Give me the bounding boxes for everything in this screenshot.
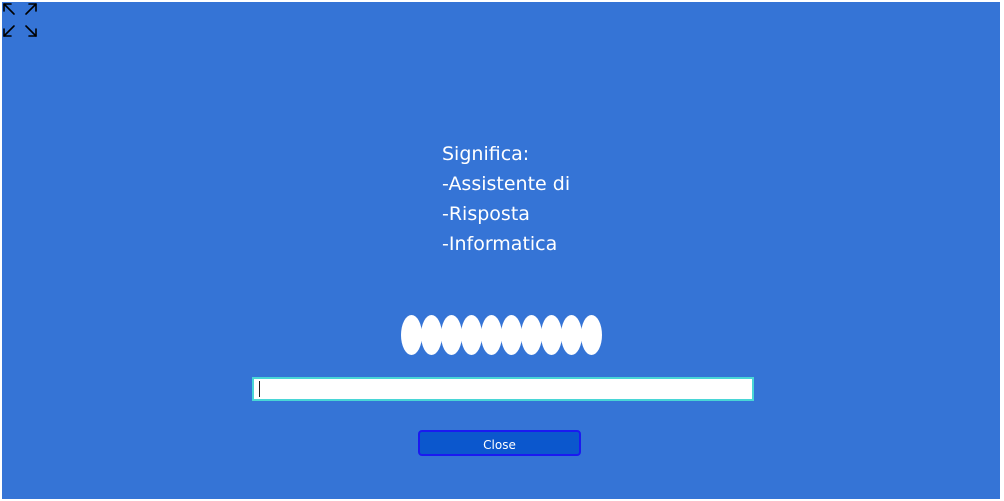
meaning-line: -Informatica (442, 233, 558, 255)
text-caret (259, 381, 260, 397)
hidden-letter (581, 315, 602, 355)
hidden-letter (501, 315, 522, 355)
meaning-line: -Risposta (442, 203, 530, 225)
hidden-letter (481, 315, 502, 355)
expand-arrows-icon (3, 3, 37, 37)
game-screen: Significa: -Assistente di -Risposta -Inf… (2, 2, 1000, 499)
hidden-letter (461, 315, 482, 355)
hidden-letter (521, 315, 542, 355)
hidden-letter (421, 315, 442, 355)
meaning-heading: Significa: (442, 143, 530, 165)
fullscreen-icon[interactable] (2, 2, 40, 40)
answer-input[interactable] (252, 377, 754, 401)
hidden-letter (441, 315, 462, 355)
masked-word (401, 315, 602, 357)
meaning-clue: Significa: -Assistente di -Risposta -Inf… (442, 139, 570, 259)
close-button[interactable]: Close (418, 430, 581, 456)
meaning-line: -Assistente di (442, 173, 571, 195)
hidden-letter (561, 315, 582, 355)
hidden-letter (541, 315, 562, 355)
hidden-letter (401, 315, 422, 355)
